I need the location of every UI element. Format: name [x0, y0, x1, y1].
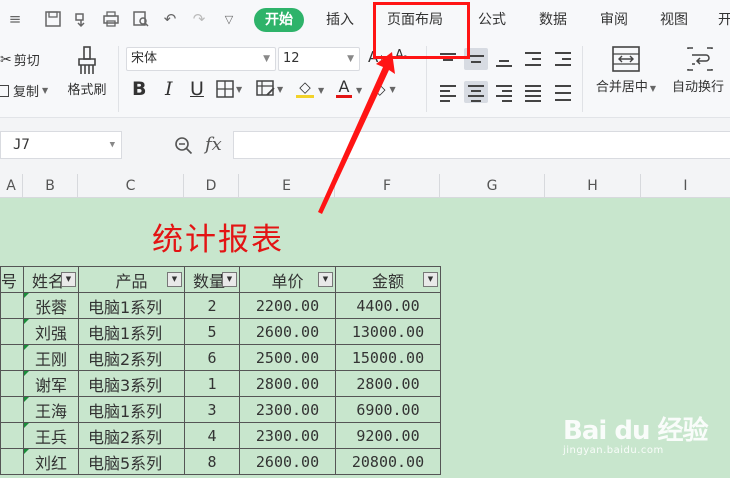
watermark: Bai du 经验 jingyan.baidu.com	[563, 410, 708, 456]
watermark-brand: Bai du 经验	[563, 416, 708, 446]
annotation-arrow	[318, 52, 395, 214]
